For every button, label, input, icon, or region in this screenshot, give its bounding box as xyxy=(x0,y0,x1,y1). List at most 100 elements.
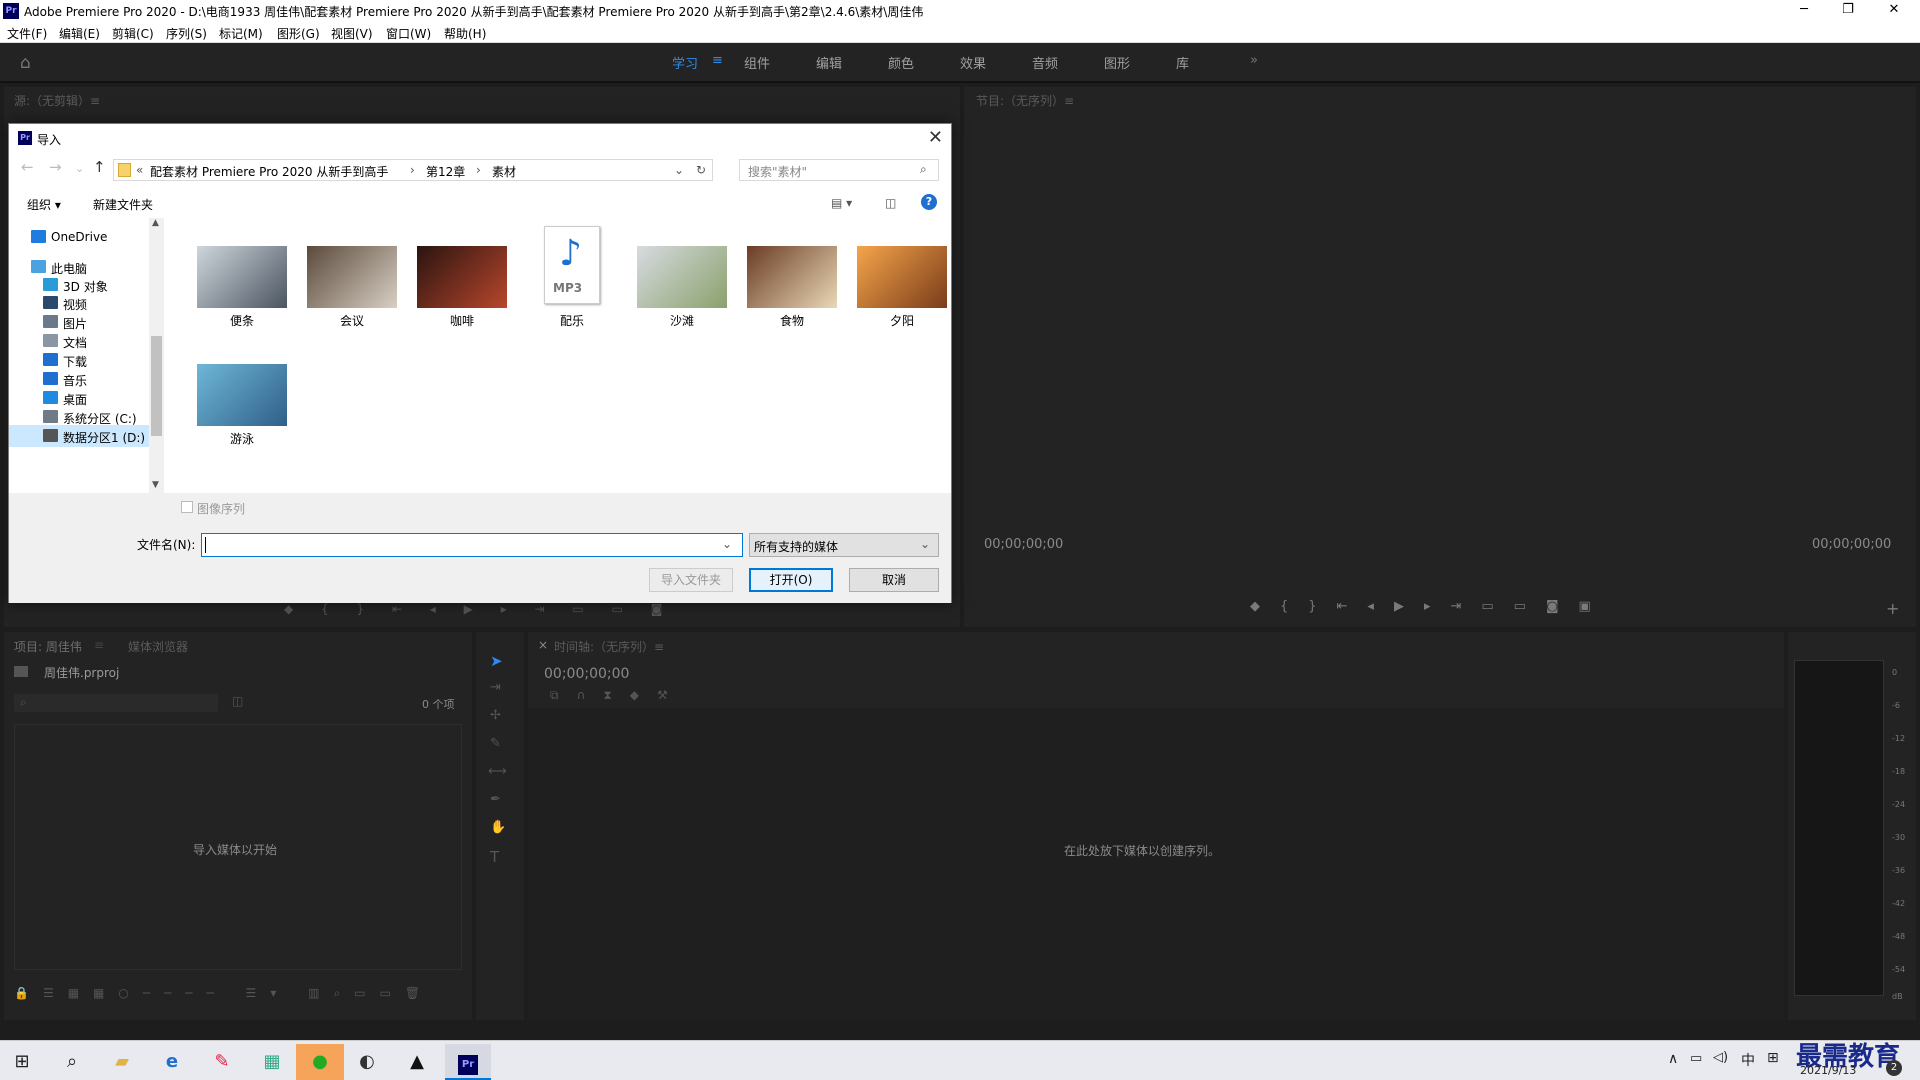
file-item[interactable]: 咖啡 xyxy=(412,218,512,328)
taskbar-search-icon[interactable]: ⌕ xyxy=(50,1044,94,1080)
menu-sequence[interactable]: 序列(S) xyxy=(166,25,207,42)
timeline-timecode[interactable]: 00;00;00;00 xyxy=(544,666,629,682)
breadcrumb-part[interactable]: 配套素材 Premiere Pro 2020 从新手到高手 xyxy=(150,163,388,180)
edge-browser-icon[interactable]: e xyxy=(150,1044,194,1080)
nav-item-cloud[interactable]: OneDrive xyxy=(9,226,149,248)
tray-chevron-icon[interactable]: ∧ xyxy=(1668,1051,1678,1067)
menu-help[interactable]: 帮助(H) xyxy=(444,25,486,42)
address-dropdown-icon[interactable]: ⌄ xyxy=(674,163,684,177)
forward-arrow-icon[interactable]: → xyxy=(49,158,62,176)
project-search-input[interactable]: ⌕ xyxy=(14,694,218,712)
timeline-toolbar[interactable]: ⧉∩⧗◆⚒ xyxy=(550,688,710,704)
project-panel-title[interactable]: 项目: 周佳伟 xyxy=(14,638,82,655)
scroll-down-icon[interactable]: ▼ xyxy=(152,480,159,490)
filename-dropdown-icon[interactable]: ⌄ xyxy=(722,537,732,551)
program-panel-title[interactable]: 节目:（无序列）≡ xyxy=(976,92,1074,109)
nav-item-drive[interactable]: 数据分区1 (D:) xyxy=(9,425,149,447)
file-item[interactable]: ♪ MP3 配乐 xyxy=(522,218,622,328)
type-tool-icon[interactable]: T xyxy=(490,848,499,866)
file-item[interactable]: 便条 xyxy=(192,218,292,328)
dialog-close-button[interactable]: ✕ xyxy=(928,127,943,148)
menu-view[interactable]: 视图(V) xyxy=(331,25,373,42)
menu-window[interactable]: 窗口(W) xyxy=(386,25,431,42)
import-folder-button[interactable]: 导入文件夹 xyxy=(649,568,733,592)
volume-icon[interactable]: ◁) xyxy=(1713,1050,1728,1065)
workspace-tab-effects[interactable]: 效果 xyxy=(960,53,986,72)
razor-tool-icon[interactable]: ✎ xyxy=(490,736,501,751)
timeline-close-icon[interactable]: × xyxy=(538,638,548,652)
pen-tool-icon[interactable]: ✒ xyxy=(490,792,501,807)
file-item[interactable]: 游泳 xyxy=(192,336,292,446)
timeline-panel-title[interactable]: 时间轴:（无序列）≡ xyxy=(554,638,664,655)
image-viewer-icon[interactable]: ◐ xyxy=(345,1044,389,1080)
menu-marker[interactable]: 标记(M) xyxy=(219,25,263,42)
file-item[interactable]: 沙滩 xyxy=(632,218,732,328)
file-item[interactable]: 食物 xyxy=(742,218,842,328)
cancel-button[interactable]: 取消 xyxy=(849,568,939,592)
notification-badge[interactable]: 2 xyxy=(1886,1060,1902,1076)
address-overflow-icon[interactable]: « xyxy=(136,163,143,177)
scroll-up-icon[interactable]: ▲ xyxy=(152,218,159,228)
windows-start-icon[interactable]: ⊞ xyxy=(0,1044,44,1080)
workspace-tab-audio[interactable]: 音频 xyxy=(1032,53,1058,72)
up-arrow-icon[interactable]: ↑ xyxy=(93,158,106,176)
menu-clip[interactable]: 剪辑(C) xyxy=(112,25,154,42)
back-arrow-icon[interactable]: ← xyxy=(21,158,34,176)
navigation-pane-scrollbar[interactable]: ▲ ▼ xyxy=(149,218,164,493)
workspace-tab-learning[interactable]: 学习 xyxy=(672,53,698,72)
selection-tool-icon[interactable]: ➤ xyxy=(490,652,503,670)
home-icon[interactable]: ⌂ xyxy=(20,53,31,73)
project-toolbar[interactable]: 🔒☰▦▦○──── ☰▾ ▥⌕▭▭🗑 xyxy=(14,986,464,1004)
preview-pane-icon[interactable]: ◫ xyxy=(885,196,896,210)
open-button[interactable]: 打开(O) xyxy=(749,568,833,592)
workspace-tab-libraries[interactable]: 库 xyxy=(1176,53,1189,72)
breadcrumb-part[interactable]: 第12章 xyxy=(426,163,465,180)
workspace-overflow-button[interactable]: » xyxy=(1250,53,1258,68)
timeline-drop-area[interactable]: 在此处放下媒体以创建序列。 xyxy=(528,708,1784,1020)
address-bar[interactable]: « 配套素材 Premiere Pro 2020 从新手到高手 › 第12章 ›… xyxy=(113,159,713,181)
recent-locations-icon[interactable]: ⌄ xyxy=(75,162,84,175)
file-explorer-icon[interactable]: ▰ xyxy=(100,1044,144,1080)
project-panel-menu-icon[interactable]: ≡ xyxy=(94,638,104,652)
workspace-menu-icon[interactable]: ≡ xyxy=(712,53,723,68)
ripple-edit-tool-icon[interactable]: ✢ xyxy=(490,708,501,723)
source-panel-title[interactable]: 源:（无剪辑）≡ xyxy=(14,92,100,109)
maximize-button[interactable]: ❐ xyxy=(1826,0,1870,22)
hand-tool-icon[interactable]: ✋ xyxy=(490,820,506,835)
view-options-icon[interactable]: ▤ ▾ xyxy=(831,196,852,210)
premiere-taskbar-icon[interactable]: Pr xyxy=(445,1044,491,1080)
help-icon[interactable]: ? xyxy=(921,194,937,210)
ime-mode-icon[interactable]: ⊞ xyxy=(1767,1050,1779,1066)
new-bin-icon[interactable]: ◫ xyxy=(232,694,243,708)
track-select-tool-icon[interactable]: ⇥ xyxy=(490,680,501,695)
menu-edit[interactable]: 编辑(E) xyxy=(59,25,100,42)
file-item[interactable]: 夕阳 xyxy=(852,218,952,328)
search-input[interactable]: 搜索"素材" ⌕ xyxy=(739,159,939,181)
breadcrumb-part[interactable]: 素材 xyxy=(492,163,516,180)
paint-app-icon[interactable]: ✎ xyxy=(200,1044,244,1080)
file-item[interactable]: 会议 xyxy=(302,218,402,328)
wechat-icon[interactable]: ● xyxy=(296,1044,344,1080)
photos-app-icon[interactable]: ▦ xyxy=(250,1044,294,1080)
search-icon[interactable]: ⌕ xyxy=(920,162,927,177)
scrollbar-thumb[interactable] xyxy=(151,336,162,436)
filetype-dropdown-icon[interactable]: ⌄ xyxy=(920,537,930,551)
program-transport-controls[interactable]: ◆{}⇤◂▶▸⇥▭▭◙▣ xyxy=(1250,599,1670,617)
minimize-button[interactable]: ─ xyxy=(1782,0,1826,22)
menu-graphics[interactable]: 图形(G) xyxy=(277,25,320,42)
new-folder-button[interactable]: 新建文件夹 xyxy=(93,196,153,213)
program-add-button-icon[interactable]: + xyxy=(1886,599,1899,618)
filetype-select[interactable]: 所有支持的媒体 ⌄ xyxy=(749,533,939,557)
close-window-button[interactable]: ✕ xyxy=(1872,0,1916,22)
media-browser-tab[interactable]: 媒体浏览器 xyxy=(128,638,188,655)
menu-file[interactable]: 文件(F) xyxy=(7,25,47,42)
workspace-tab-editing[interactable]: 编辑 xyxy=(816,53,842,72)
network-icon[interactable]: ▭ xyxy=(1690,1051,1702,1066)
workspace-tab-assembly[interactable]: 组件 xyxy=(744,53,770,72)
project-bin-area[interactable]: 导入媒体以开始 xyxy=(14,724,462,970)
organize-button[interactable]: 组织 ▾ xyxy=(27,196,61,213)
photo-editor-icon[interactable]: ▲ xyxy=(395,1044,439,1080)
refresh-icon[interactable]: ↻ xyxy=(696,163,706,177)
program-timecode-current[interactable]: 00;00;00;00 xyxy=(984,537,1063,552)
image-sequence-checkbox[interactable] xyxy=(181,501,193,513)
